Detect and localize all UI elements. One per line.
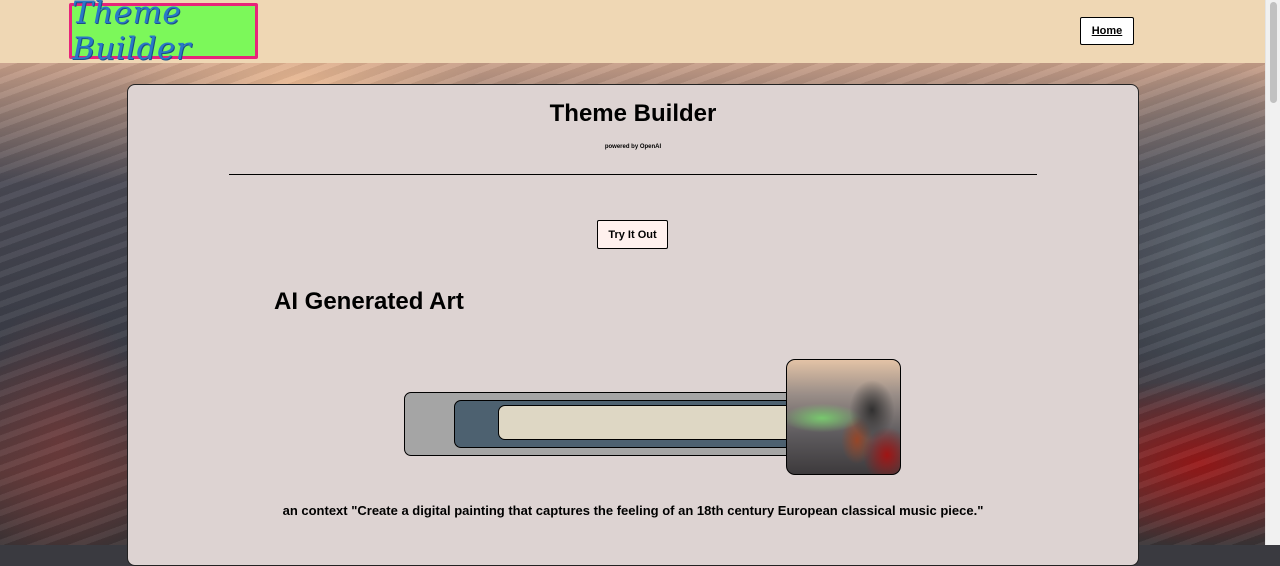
ai-art-image [786,359,901,475]
section-heading: AI Generated Art [274,288,464,315]
home-button[interactable]: Home [1080,17,1134,45]
theme-builder-logo[interactable]: Theme Builder [69,0,258,67]
divider [229,174,1037,175]
top-nav-bar: Theme Builder Home [0,0,1265,67]
page-scrollbar[interactable] [1265,0,1280,545]
main-card: Theme Builder powered by OpenAI Try It O… [127,84,1139,566]
page-title: Theme Builder [549,100,717,127]
try-it-out-button[interactable]: Try It Out [597,220,668,249]
scrollbar-thumb[interactable] [1270,2,1277,103]
art-caption: an context "Create a digital painting th… [282,503,984,518]
powered-by-label: powered by OpenAI [604,144,662,150]
theme-swatch-inner [498,405,810,440]
